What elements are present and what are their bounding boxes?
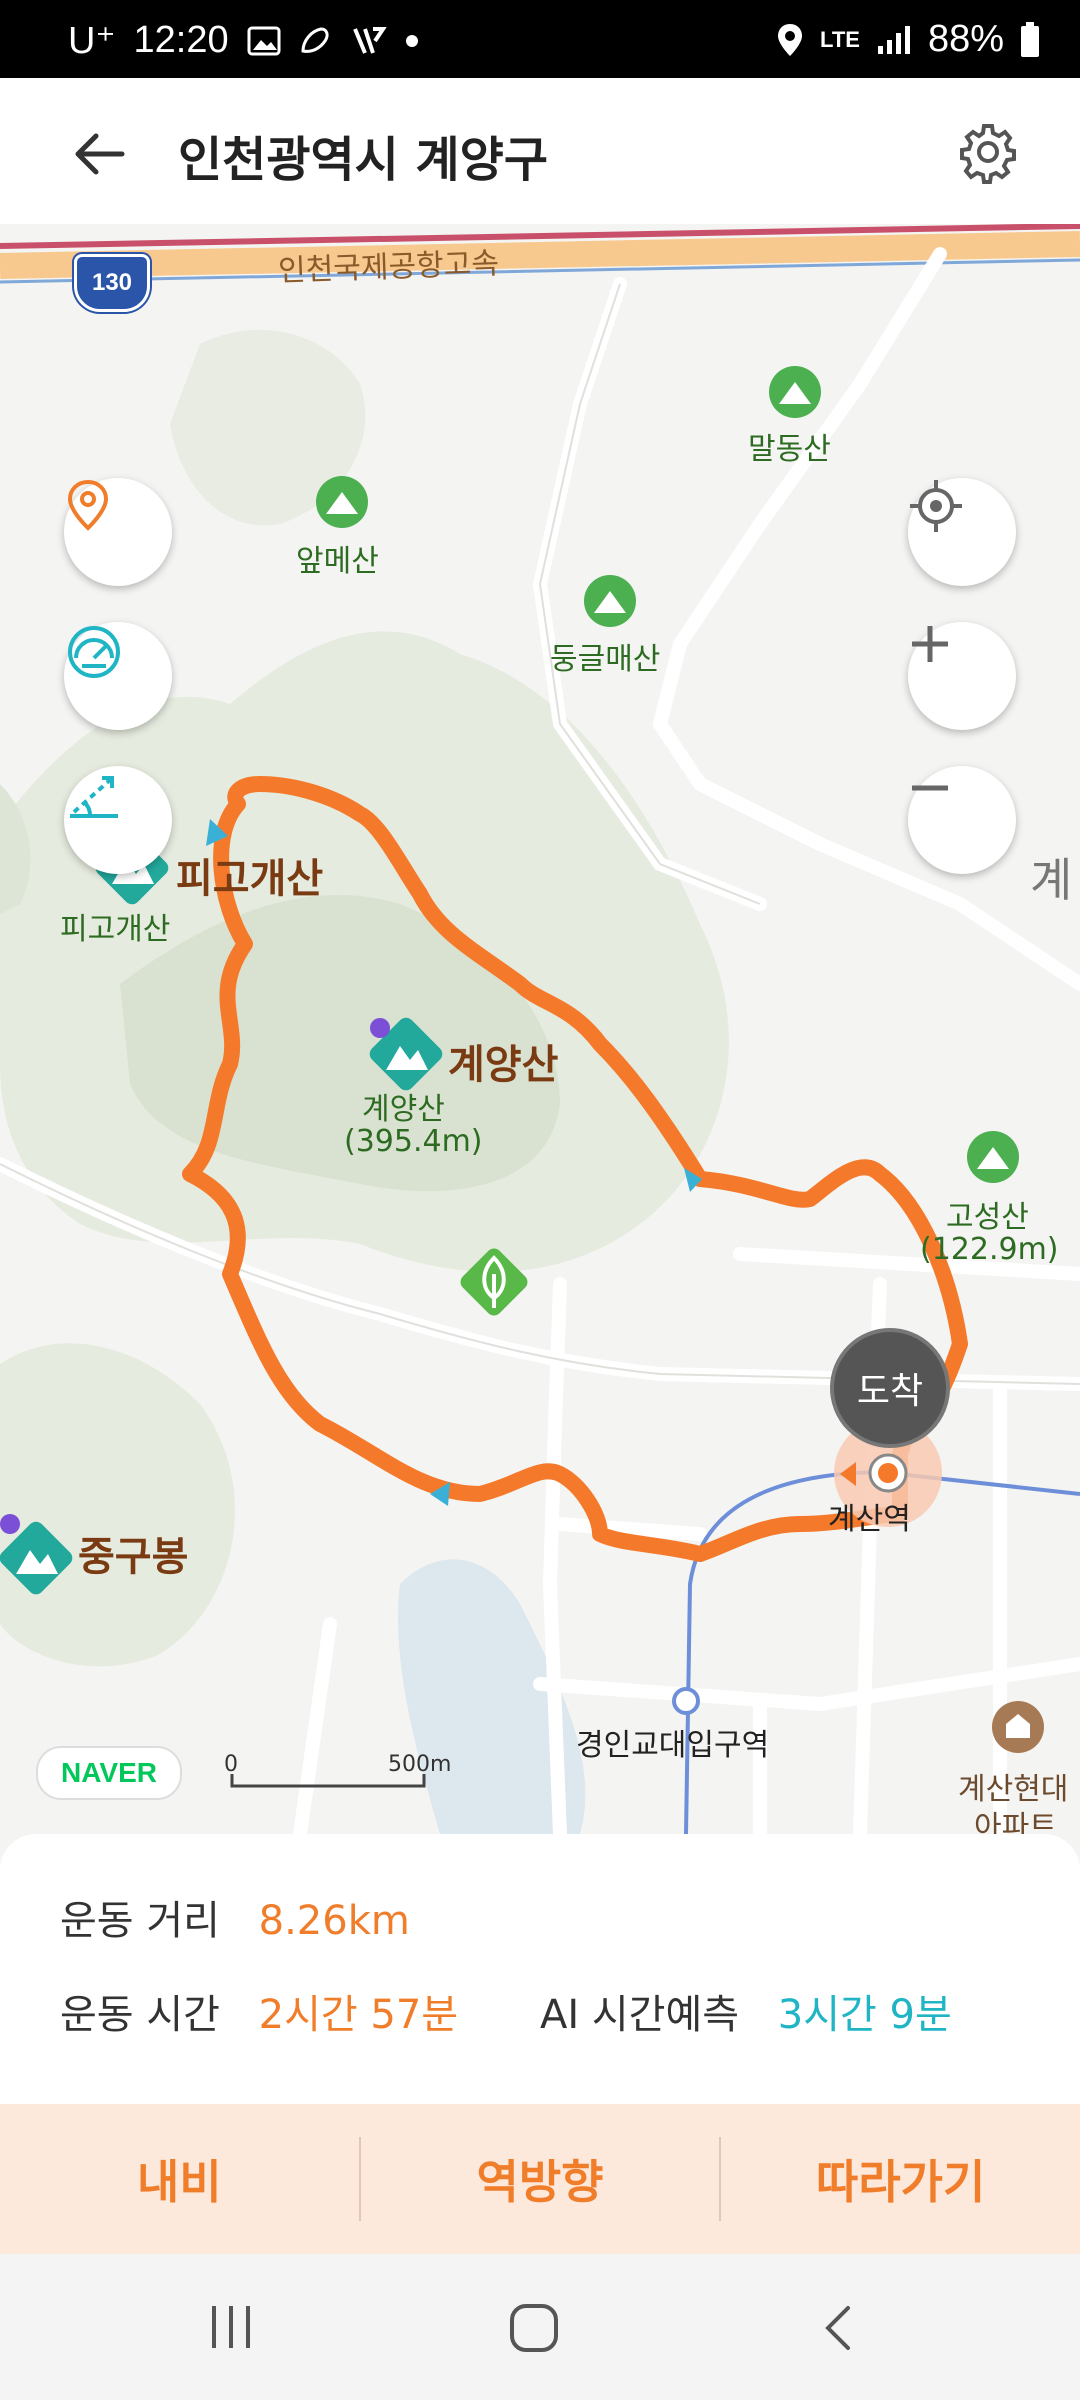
map-edge-text: 계 bbox=[1030, 853, 1073, 907]
back-nav-icon[interactable] bbox=[818, 2304, 858, 2352]
peak-label-goseongsan: 고성산 bbox=[946, 1200, 1029, 1235]
dot-icon bbox=[405, 34, 418, 47]
peak-label-apmesan: 앞메산 bbox=[296, 544, 379, 579]
peak-label-gyeyangsan: 계양산 bbox=[448, 1042, 559, 1088]
mountain-marker-icon bbox=[967, 1131, 1019, 1183]
zoom-out-button[interactable] bbox=[908, 766, 1016, 874]
gear-icon[interactable] bbox=[956, 120, 1020, 184]
system-nav-bar bbox=[0, 2254, 1080, 2400]
mountain-marker-icon bbox=[316, 476, 368, 528]
recent-apps-icon[interactable] bbox=[206, 2304, 256, 2350]
app-bar: 인천광역시 계양구 bbox=[0, 78, 1080, 224]
highway-label: 인천국제공항고속 bbox=[277, 246, 500, 289]
ai-label: AI 시간예측 bbox=[540, 1992, 740, 2038]
crosshair-icon bbox=[910, 480, 962, 532]
plus-icon bbox=[912, 626, 948, 662]
follow-button[interactable]: 따라가기 bbox=[721, 2104, 1080, 2254]
mountain-marker-icon bbox=[769, 366, 821, 418]
peak-height-gyeyangsan: (395.4m) bbox=[344, 1124, 483, 1159]
battery-icon bbox=[1021, 21, 1039, 57]
mountain-marker-icon bbox=[584, 575, 636, 627]
carrier-label: U⁺ bbox=[68, 20, 116, 62]
status-bar: U⁺ 12:20 LTE 88% bbox=[0, 0, 1080, 78]
navi-button[interactable]: 내비 bbox=[0, 2104, 359, 2254]
distance-value: 8.26km bbox=[258, 1898, 410, 1944]
location-icon bbox=[778, 23, 803, 56]
place-marker-button[interactable] bbox=[64, 478, 172, 586]
peak-sublabel-gyeyangsan: 계양산 bbox=[362, 1092, 445, 1127]
apartment-label-line2: 아파트 bbox=[974, 1810, 1057, 1834]
home-icon[interactable] bbox=[508, 2302, 560, 2354]
network-label: LTE bbox=[820, 26, 860, 52]
apartment-icon bbox=[992, 1701, 1044, 1753]
station-marker-icon bbox=[672, 1687, 700, 1715]
speed-button[interactable] bbox=[64, 622, 172, 730]
gallery-icon bbox=[247, 26, 281, 55]
arrival-label: 도착 bbox=[856, 1371, 924, 1412]
my-location-button[interactable] bbox=[908, 478, 1016, 586]
peak-label-maldongsan: 말동산 bbox=[748, 432, 831, 467]
peak-label-junggubong: 중구봉 bbox=[78, 1534, 189, 1580]
battery-percent: 88% bbox=[927, 18, 1004, 60]
distance-label: 운동 거리 bbox=[60, 1898, 220, 1944]
map-canvas[interactable] bbox=[0, 224, 1080, 1834]
minus-icon bbox=[912, 785, 948, 791]
time-label: 운동 시간 bbox=[60, 1992, 220, 2038]
stats-panel: 운동 거리 8.26km 운동 시간 2시간 57분 AI 시간예측 3시간 9… bbox=[0, 1834, 1080, 2104]
scale-start-label: 0 bbox=[224, 1752, 238, 1777]
speedometer-icon bbox=[68, 626, 120, 678]
highway-number: 130 bbox=[91, 269, 133, 296]
map-view[interactable]: 130 인천국제공항고속 말동산 앞메산 둥글매산 피고개산 피고개산 계양산 … bbox=[0, 224, 1080, 1834]
arrival-bubble: 도착 bbox=[830, 1328, 950, 1448]
peak-label-dunggeulmaesan: 둥글매산 bbox=[550, 642, 661, 677]
peak-label-pigogaesan: 피고개산 bbox=[176, 856, 324, 902]
back-arrow-icon[interactable] bbox=[70, 124, 130, 184]
ai-row: AI 시간예측 3시간 9분 bbox=[540, 1982, 952, 2040]
ai-value: 3시간 9분 bbox=[777, 1992, 952, 2038]
reverse-button[interactable]: 역방향 bbox=[361, 2104, 720, 2254]
naver-logo: NAVER bbox=[36, 1746, 182, 1800]
data-saver-icon bbox=[352, 26, 387, 54]
location-pin-icon bbox=[67, 479, 109, 531]
elevation-button[interactable] bbox=[64, 766, 172, 874]
station-label-gyeongin: 경인교대입구역 bbox=[576, 1728, 770, 1763]
clock: 12:20 bbox=[133, 19, 229, 61]
highway-shield: 130 bbox=[74, 254, 150, 312]
station-label-gyesan: 계산역 bbox=[828, 1502, 911, 1537]
time-row: 운동 시간 2시간 57분 bbox=[60, 1982, 458, 2040]
peak-height-goseongsan: (122.9m) bbox=[920, 1232, 1059, 1267]
distance-row: 운동 거리 8.26km bbox=[60, 1888, 410, 1946]
page-title: 인천광역시 계양구 bbox=[178, 132, 548, 188]
scale-end-label: 500m bbox=[388, 1752, 452, 1777]
time-value: 2시간 57분 bbox=[258, 1992, 459, 2038]
naver-logo-text: NAVER bbox=[61, 1757, 157, 1788]
slope-icon bbox=[70, 776, 118, 818]
signal-icon bbox=[877, 25, 910, 54]
shoe-icon bbox=[301, 26, 329, 53]
peak-sublabel-pigogaesan: 피고개산 bbox=[60, 912, 171, 947]
zoom-in-button[interactable] bbox=[908, 622, 1016, 730]
action-bar: 내비 역방향 따라가기 bbox=[0, 2104, 1080, 2254]
